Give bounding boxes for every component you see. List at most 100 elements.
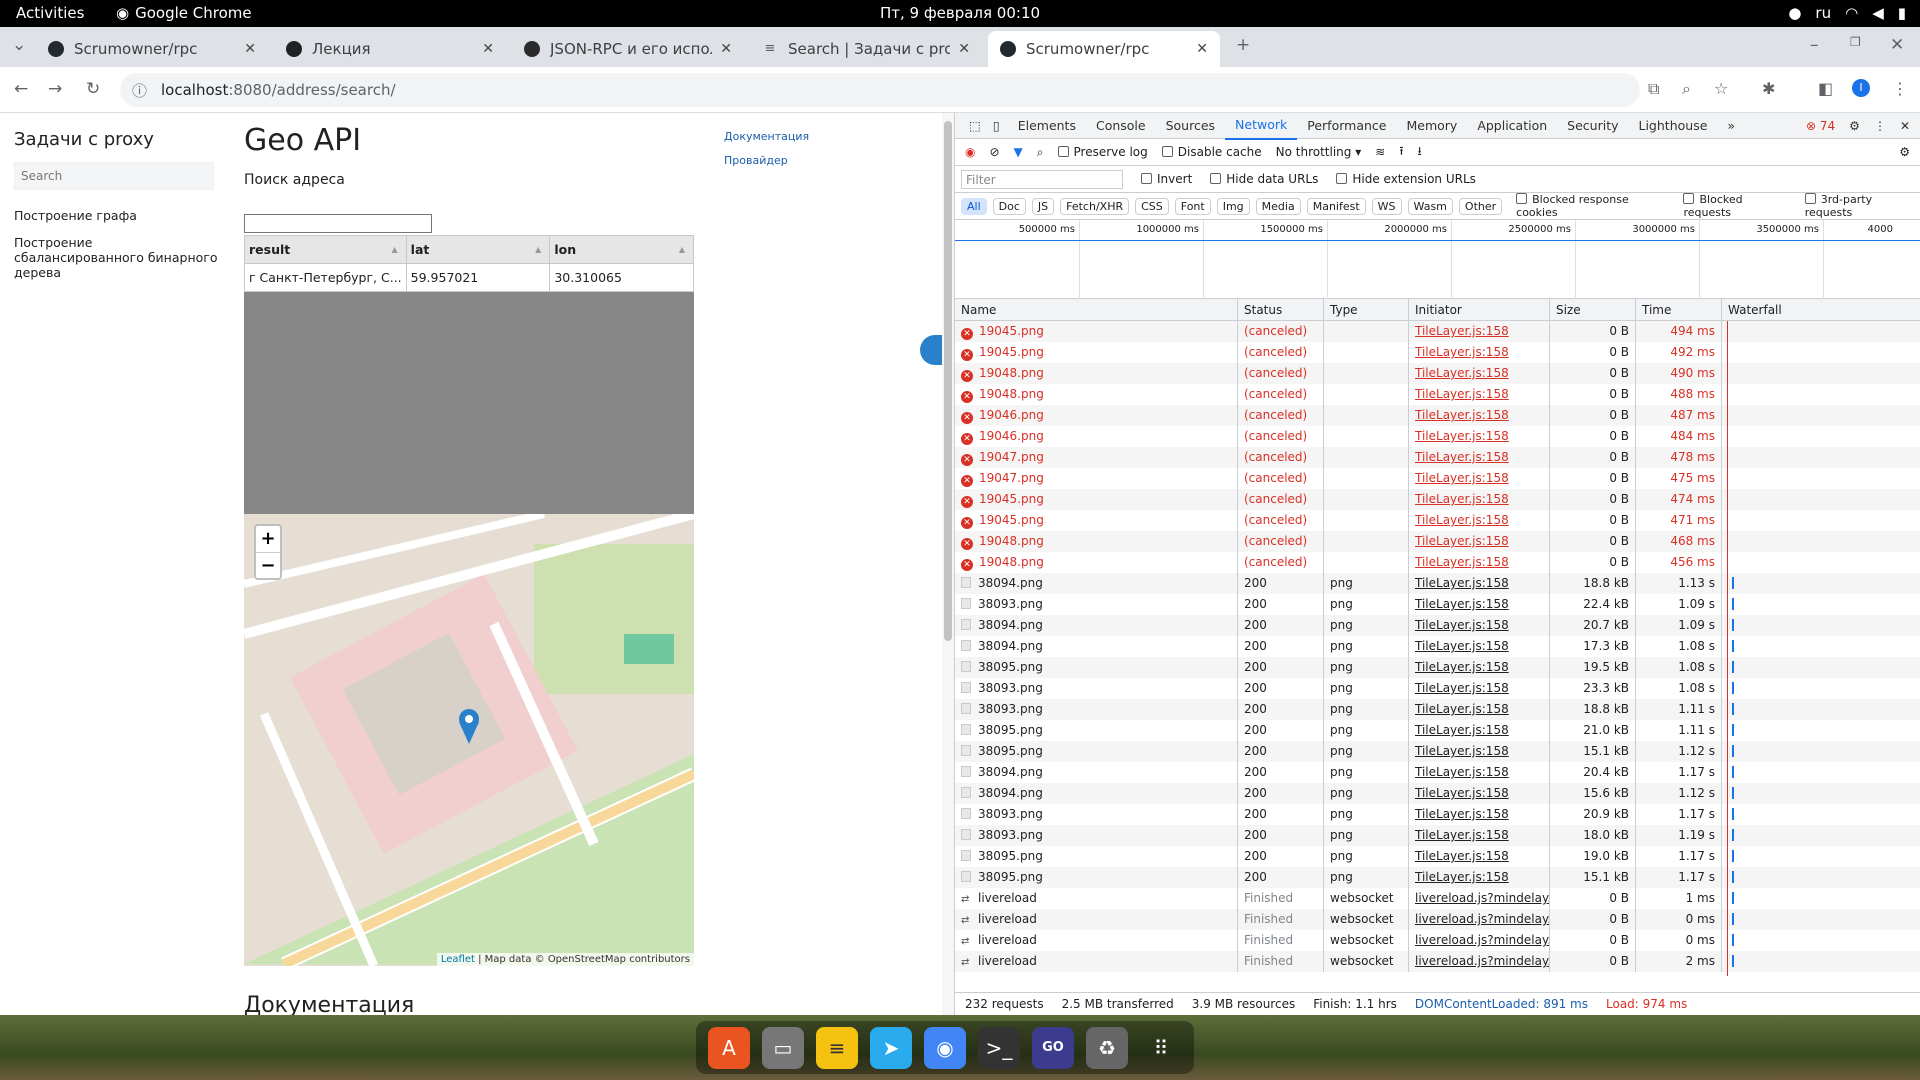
network-conditions-icon[interactable]: ≋ <box>1375 145 1385 159</box>
initiator-link[interactable]: TileLayer.js:158 <box>1415 786 1509 800</box>
inspect-icon[interactable]: ⬚ <box>965 113 985 139</box>
col-initiator[interactable]: Initiator <box>1409 299 1550 320</box>
trash-icon[interactable]: ♻ <box>1086 1026 1128 1069</box>
request-row[interactable]: ✕ 19046.png (canceled) TileLayer.js:158 0 B4… <box>955 405 1920 426</box>
initiator-link[interactable]: TileLayer.js:158 <box>1415 324 1509 338</box>
tab-network[interactable]: Network <box>1225 112 1298 140</box>
request-row[interactable]: ⇄ livereload Finished websocket livereload.j… <box>955 909 1920 930</box>
request-row[interactable]: 38094.png 200 png TileLayer.js:158 15.6 kB 1.… <box>955 783 1920 804</box>
install-icon[interactable]: ⧉ <box>1648 79 1659 99</box>
close-icon[interactable]: ✕ <box>720 41 732 57</box>
request-row[interactable]: ✕ 19048.png (canceled) TileLayer.js:158 0 B4… <box>955 384 1920 405</box>
files-icon[interactable]: ▭ <box>762 1026 804 1069</box>
request-row[interactable]: 38093.png 200 png TileLayer.js:158 18.8 kB 1.… <box>955 699 1920 720</box>
type-manifest[interactable]: Manifest <box>1306 197 1366 215</box>
type-all[interactable]: All <box>961 197 987 215</box>
settings-gear-icon[interactable]: ⚙ <box>1849 119 1860 133</box>
request-row[interactable]: 38094.png 200 png TileLayer.js:158 20.4 kB 1.… <box>955 762 1920 783</box>
request-row[interactable]: ✕ 19046.png (canceled) TileLayer.js:158 0 B4… <box>955 426 1920 447</box>
initiator-link[interactable]: TileLayer.js:158 <box>1415 387 1509 401</box>
tab-sources[interactable]: Sources <box>1156 113 1225 139</box>
close-icon[interactable]: ✕ <box>1196 41 1208 57</box>
request-row[interactable]: ✕ 19045.png (canceled) TileLayer.js:158 0 B4… <box>955 489 1920 510</box>
request-row[interactable]: 38094.png 200 png TileLayer.js:158 17.3 kB 1.… <box>955 636 1920 657</box>
request-row[interactable]: 38093.png 200 png TileLayer.js:158 23.3 kB 1.… <box>955 678 1920 699</box>
device-toolbar-icon[interactable]: ▯ <box>985 113 1008 139</box>
request-row[interactable]: ✕ 19047.png (canceled) TileLayer.js:158 0 B4… <box>955 447 1920 468</box>
forward-icon[interactable]: → <box>48 79 62 99</box>
network-overview[interactable]: 500000 ms 1000000 ms 1500000 ms 2000000 … <box>955 220 1920 299</box>
col-lon[interactable]: lon ▲ <box>549 235 694 264</box>
initiator-link[interactable]: TileLayer.js:158 <box>1415 807 1509 821</box>
export-har-icon[interactable]: ⭳ <box>1418 142 1422 163</box>
request-row[interactable]: ⇄ livereload Finished websocket livereload.j… <box>955 951 1920 972</box>
minimize-icon[interactable]: – <box>1810 35 1819 55</box>
col-result[interactable]: result ▲ <box>244 235 407 264</box>
network-settings-icon[interactable]: ⚙ <box>1899 145 1920 159</box>
filter-input[interactable]: Filter <box>961 169 1123 189</box>
zoom-in-button[interactable]: + <box>256 526 280 552</box>
initiator-link[interactable]: TileLayer.js:158 <box>1415 639 1509 653</box>
request-row[interactable]: 38093.png 200 png TileLayer.js:158 22.4 kB 1.… <box>955 594 1920 615</box>
initiator-link[interactable]: TileLayer.js:158 <box>1415 660 1509 674</box>
initiator-link[interactable]: TileLayer.js:158 <box>1415 870 1509 884</box>
request-row[interactable]: ⇄ livereload Finished websocket livereload.j… <box>955 930 1920 951</box>
blocked-requests-checkbox[interactable]: Blocked requests <box>1683 193 1790 219</box>
record-icon[interactable]: ◉ <box>965 145 975 159</box>
request-row[interactable]: ✕ 19045.png (canceled) TileLayer.js:158 0 B4… <box>955 321 1920 342</box>
throttling-select[interactable]: No throttling ▾ <box>1276 145 1362 159</box>
tab-2[interactable]: Лекция ✕ <box>274 31 506 67</box>
tab-performance[interactable]: Performance <box>1297 113 1396 139</box>
sidebar-item-tree[interactable]: Построение сбалансированного бинарного д… <box>14 235 224 280</box>
initiator-link[interactable]: TileLayer.js:158 <box>1415 597 1509 611</box>
more-tabs-icon[interactable]: » <box>1717 113 1745 139</box>
col-lat[interactable]: lat ▲ <box>405 235 551 264</box>
type-doc[interactable]: Doc <box>992 197 1026 215</box>
request-row[interactable]: 38093.png 200 png TileLayer.js:158 18.0 kB 1.… <box>955 825 1920 846</box>
clock[interactable]: Пт, 9 февраля 00:10 <box>0 4 1920 22</box>
initiator-link[interactable]: TileLayer.js:158 <box>1415 765 1509 779</box>
requests-table[interactable]: ✕ 19045.png (canceled) TileLayer.js:158 0 B4… <box>955 321 1920 976</box>
tab-elements[interactable]: Elements <box>1008 113 1086 139</box>
show-apps-icon[interactable]: ⠿ <box>1140 1027 1182 1069</box>
tab-memory[interactable]: Memory <box>1396 113 1467 139</box>
request-row[interactable]: ✕ 19045.png (canceled) TileLayer.js:158 0 B4… <box>955 342 1920 363</box>
request-row[interactable]: ✕ 19048.png (canceled) TileLayer.js:158 0 B4… <box>955 363 1920 384</box>
col-name[interactable]: Name <box>955 299 1238 320</box>
col-waterfall[interactable]: Waterfall <box>1722 299 1920 320</box>
site-brand[interactable]: Задачи с proxy <box>14 129 224 150</box>
invert-checkbox[interactable]: Invert <box>1141 172 1192 186</box>
import-har-icon[interactable]: ⭱ <box>1399 142 1403 163</box>
request-row[interactable]: 38094.png 200 png TileLayer.js:158 20.7 kB 1.… <box>955 615 1920 636</box>
hide-extension-urls-checkbox[interactable]: Hide extension URLs <box>1336 172 1476 186</box>
type-js[interactable]: JS <box>1031 197 1055 215</box>
initiator-link[interactable]: TileLayer.js:158 <box>1415 702 1509 716</box>
initiator-link[interactable]: TileLayer.js:158 <box>1415 555 1509 569</box>
address-bar[interactable]: ⓘ localhost:8080/address/search/ <box>120 73 1640 107</box>
floating-widget-icon[interactable] <box>920 335 942 365</box>
initiator-link[interactable]: TileLayer.js:158 <box>1415 576 1509 590</box>
request-row[interactable]: ✕ 19047.png (canceled) TileLayer.js:158 0 B4… <box>955 468 1920 489</box>
table-row[interactable]: г Санкт-Петербург, С... 59.957021 30.310… <box>244 263 694 292</box>
search-icon[interactable]: ⌕ <box>1037 145 1044 160</box>
initiator-link[interactable]: TileLayer.js:158 <box>1415 681 1509 695</box>
request-row[interactable]: 38095.png 200 png TileLayer.js:158 21.0 kB 1.… <box>955 720 1920 741</box>
initiator-link[interactable]: TileLayer.js:158 <box>1415 492 1509 506</box>
zoom-out-button[interactable]: − <box>256 552 280 578</box>
request-row[interactable]: 38095.png 200 png TileLayer.js:158 19.5 kB 1.… <box>955 657 1920 678</box>
initiator-link[interactable]: TileLayer.js:158 <box>1415 534 1509 548</box>
initiator-link[interactable]: TileLayer.js:158 <box>1415 849 1509 863</box>
request-row[interactable]: 38095.png 200 png TileLayer.js:158 15.1 kB 1.… <box>955 741 1920 762</box>
request-row[interactable]: 38095.png 200 png TileLayer.js:158 15.1 kB 1.… <box>955 867 1920 888</box>
initiator-link[interactable]: livereload.js?mindelay... <box>1415 954 1549 968</box>
filter-icon[interactable]: ▼ <box>1014 145 1023 159</box>
address-search-input[interactable] <box>244 214 432 233</box>
initiator-link[interactable]: livereload.js?mindelay... <box>1415 891 1549 905</box>
initiator-link[interactable]: livereload.js?mindelay... <box>1415 933 1549 947</box>
type-media[interactable]: Media <box>1255 197 1301 215</box>
request-row[interactable]: ⇄ livereload Finished websocket livereload.j… <box>955 888 1920 909</box>
app-center-icon[interactable]: A <box>708 1026 750 1069</box>
request-row[interactable]: 38093.png 200 png TileLayer.js:158 20.9 kB 1.… <box>955 804 1920 825</box>
initiator-link[interactable]: livereload.js?mindelay... <box>1415 912 1549 926</box>
initiator-link[interactable]: TileLayer.js:158 <box>1415 513 1509 527</box>
